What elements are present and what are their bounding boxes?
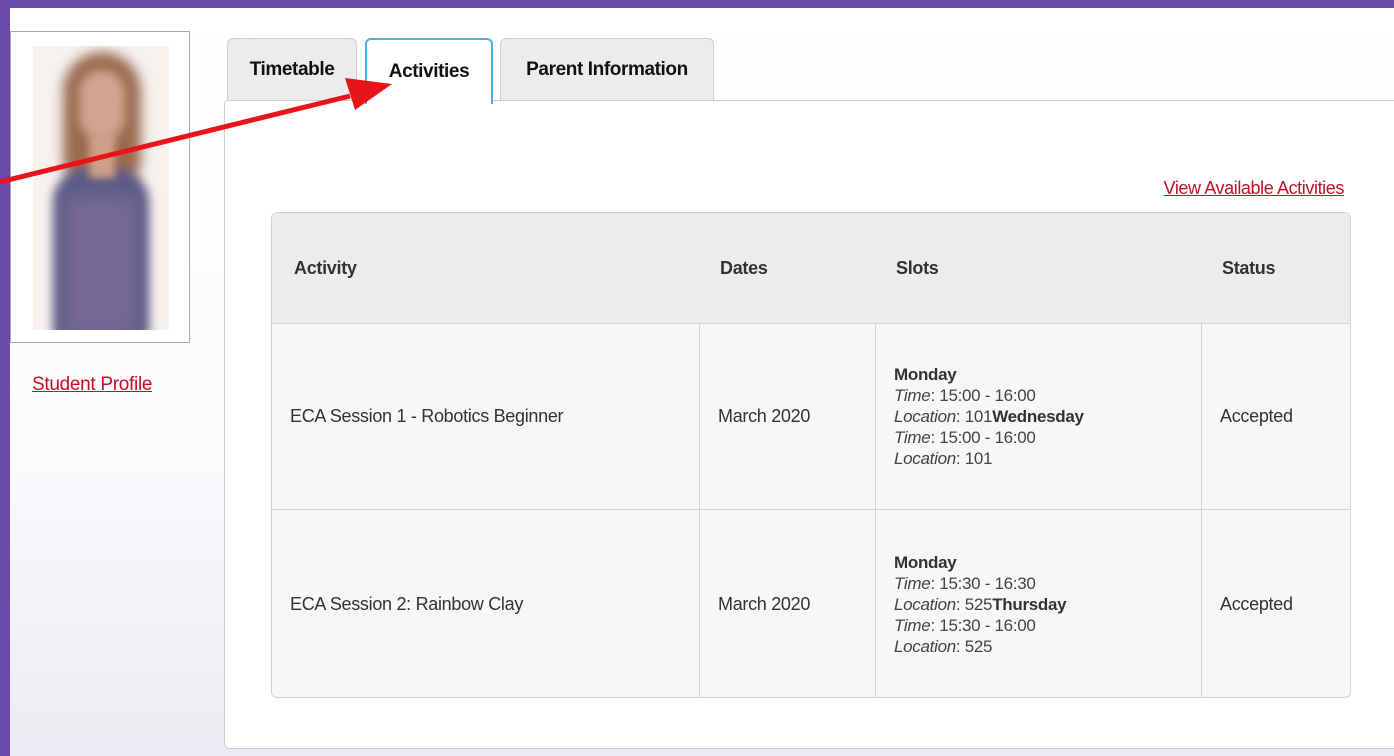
arrow-head [345, 78, 392, 110]
annotation-arrow [0, 78, 392, 185]
arrow-shaft [0, 93, 351, 185]
